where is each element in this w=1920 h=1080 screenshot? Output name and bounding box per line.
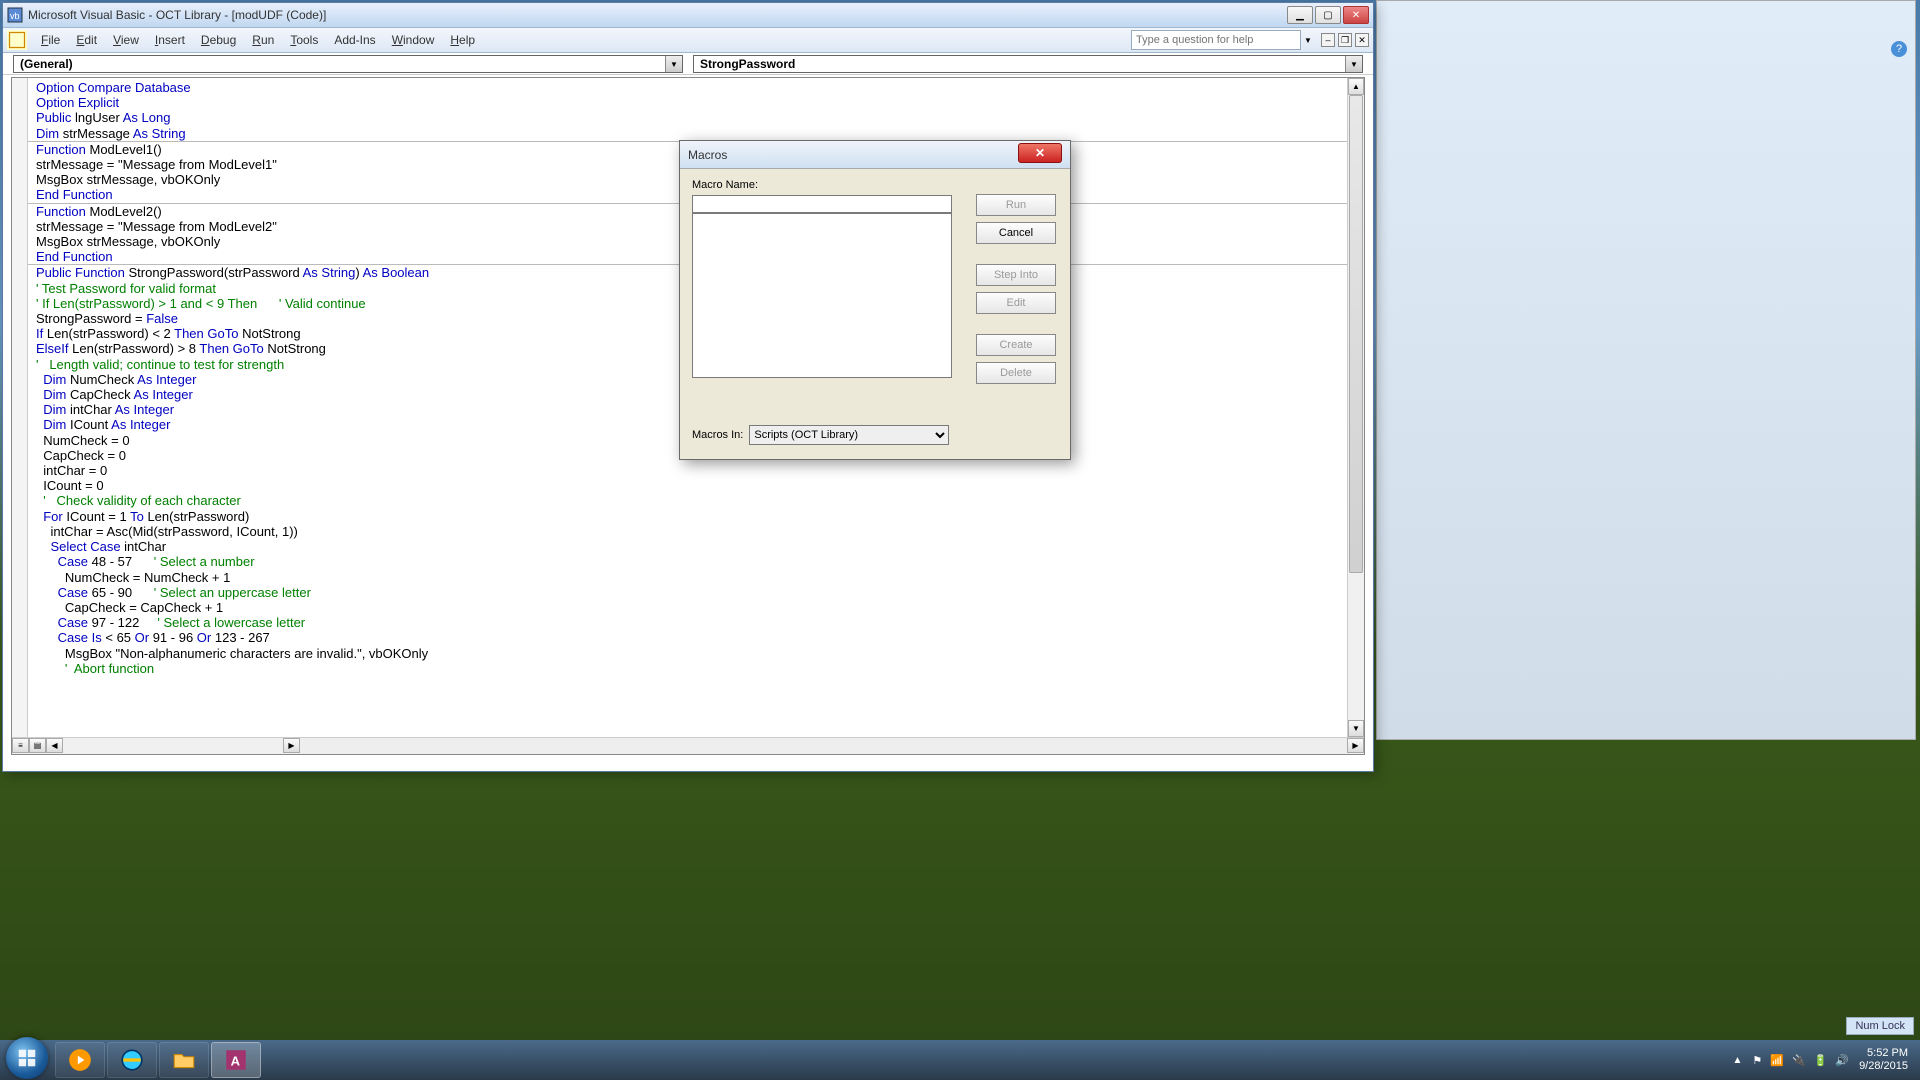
- scroll-right-end-icon[interactable]: ▶: [1347, 738, 1364, 753]
- taskbar-media-player[interactable]: [55, 1042, 105, 1078]
- background-access-window: ?: [1376, 0, 1916, 740]
- procedure-view-button[interactable]: ≡: [12, 738, 29, 753]
- menubar: File Edit View Insert Debug Run Tools Ad…: [3, 28, 1373, 53]
- taskbar-explorer[interactable]: [159, 1042, 209, 1078]
- procedure-combo-value: StrongPassword: [694, 56, 1345, 72]
- minimize-button[interactable]: ▁: [1287, 6, 1313, 24]
- code-margin: [12, 78, 28, 754]
- horizontal-scrollbar[interactable]: ≡ ▤ ◀ ▶ ▶: [12, 737, 1364, 754]
- menu-debug[interactable]: Debug: [193, 30, 244, 50]
- mdi-minimize-button[interactable]: –: [1321, 33, 1335, 47]
- system-tray: ▲ ⚑ 📶 🔌 🔋 🔊 5:52 PM 9/28/2015: [1732, 1047, 1916, 1073]
- menu-help[interactable]: Help: [442, 30, 483, 50]
- menu-addins[interactable]: Add-Ins: [326, 30, 383, 50]
- macro-list[interactable]: [692, 213, 952, 378]
- tray-action-center-icon[interactable]: ⚑: [1752, 1054, 1762, 1067]
- tray-battery-icon[interactable]: 🔋: [1814, 1054, 1828, 1067]
- mdi-close-button[interactable]: ✕: [1355, 33, 1369, 47]
- delete-button[interactable]: Delete: [976, 362, 1056, 384]
- code-object-proc-row: (General) ▼ StrongPassword ▼: [3, 53, 1373, 75]
- svg-text:vb: vb: [10, 11, 20, 21]
- chevron-down-icon[interactable]: ▼: [1345, 56, 1362, 72]
- window-controls: ▁ ▢ ✕: [1287, 6, 1369, 24]
- vertical-scrollbar[interactable]: ▲ ▼: [1347, 78, 1364, 737]
- tray-date: 9/28/2015: [1859, 1060, 1908, 1073]
- menu-window[interactable]: Window: [384, 30, 443, 50]
- full-module-view-button[interactable]: ▤: [29, 738, 46, 753]
- tray-time: 5:52 PM: [1859, 1047, 1908, 1060]
- chevron-down-icon[interactable]: ▼: [665, 56, 682, 72]
- menu-insert[interactable]: Insert: [147, 30, 193, 50]
- scroll-left-icon[interactable]: ◀: [46, 738, 63, 753]
- tray-clock[interactable]: 5:52 PM 9/28/2015: [1859, 1047, 1908, 1073]
- step-into-button[interactable]: Step Into: [976, 264, 1056, 286]
- menu-view[interactable]: View: [105, 30, 147, 50]
- run-button[interactable]: Run: [976, 194, 1056, 216]
- taskbar-access[interactable]: A: [211, 1042, 261, 1078]
- svg-text:A: A: [231, 1053, 241, 1068]
- scroll-down-icon[interactable]: ▼: [1348, 720, 1364, 737]
- taskbar: A ▲ ⚑ 📶 🔌 🔋 🔊 5:52 PM 9/28/2015: [0, 1040, 1920, 1080]
- menu-file[interactable]: File: [33, 30, 68, 50]
- mdi-window-controls: – ❐ ✕: [1321, 33, 1369, 47]
- numlock-indicator: Num Lock: [1846, 1017, 1914, 1035]
- help-icon[interactable]: ?: [1891, 41, 1907, 57]
- maximize-button[interactable]: ▢: [1315, 6, 1341, 24]
- scroll-thumb[interactable]: [1349, 95, 1363, 573]
- menu-run[interactable]: Run: [244, 30, 282, 50]
- hscroll-track[interactable]: [63, 738, 283, 754]
- taskbar-ie[interactable]: [107, 1042, 157, 1078]
- window-title: Microsoft Visual Basic - OCT Library - […: [28, 8, 1287, 22]
- scroll-up-icon[interactable]: ▲: [1348, 78, 1364, 95]
- mdi-restore-button[interactable]: ❐: [1338, 33, 1352, 47]
- dialog-title: Macros: [688, 148, 727, 162]
- procedure-combo[interactable]: StrongPassword ▼: [693, 55, 1363, 73]
- help-search-input[interactable]: [1131, 30, 1301, 50]
- start-button[interactable]: [6, 1037, 48, 1079]
- macros-dialog: Macros ✕ Macro Name: Run Cancel Step Int…: [679, 140, 1071, 460]
- scroll-right-icon[interactable]: ▶: [283, 738, 300, 753]
- macros-in-select[interactable]: Scripts (OCT Library): [749, 425, 949, 445]
- macros-in-label: Macros In:: [692, 429, 743, 441]
- object-combo[interactable]: (General) ▼: [13, 55, 683, 73]
- menu-tools[interactable]: Tools: [282, 30, 326, 50]
- tray-power-icon[interactable]: 🔌: [1792, 1054, 1806, 1067]
- titlebar[interactable]: vb Microsoft Visual Basic - OCT Library …: [3, 3, 1373, 28]
- tray-network-icon[interactable]: 📶: [1770, 1054, 1784, 1067]
- menu-edit[interactable]: Edit: [68, 30, 105, 50]
- create-button[interactable]: Create: [976, 334, 1056, 356]
- macro-name-label: Macro Name:: [692, 179, 1058, 191]
- dialog-titlebar[interactable]: Macros ✕: [680, 141, 1070, 169]
- object-combo-value: (General): [14, 56, 665, 72]
- cancel-button[interactable]: Cancel: [976, 222, 1056, 244]
- tray-volume-icon[interactable]: 🔊: [1835, 1054, 1849, 1067]
- vb-menu-icon: [7, 30, 27, 50]
- dialog-close-button[interactable]: ✕: [1018, 143, 1062, 163]
- close-button[interactable]: ✕: [1343, 6, 1369, 24]
- help-search-dropdown-icon[interactable]: ▼: [1301, 36, 1315, 45]
- app-icon: vb: [7, 7, 23, 23]
- tray-show-hidden-icon[interactable]: ▲: [1732, 1055, 1742, 1066]
- macro-name-input[interactable]: [692, 195, 952, 213]
- edit-button[interactable]: Edit: [976, 292, 1056, 314]
